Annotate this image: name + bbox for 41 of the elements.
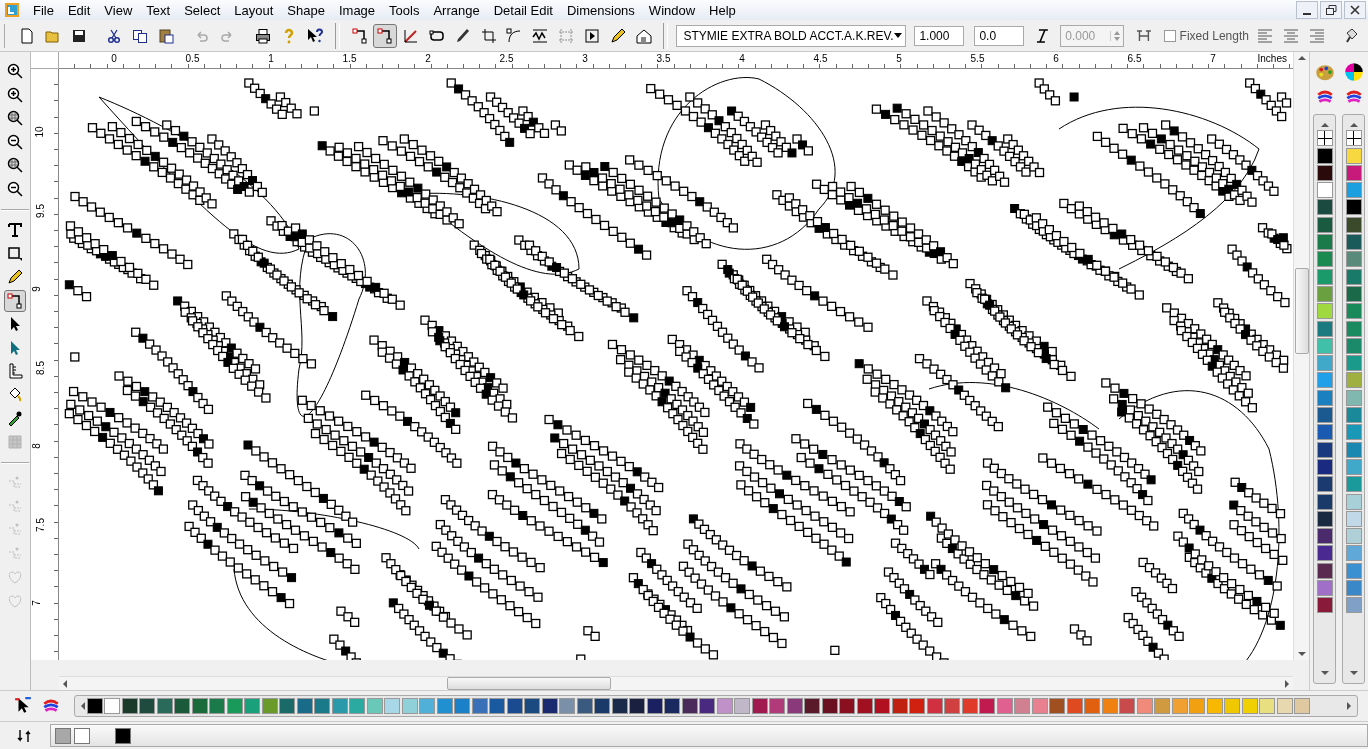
menu-item[interactable]: Tools [382,2,427,18]
menu-item[interactable]: Dimensions [559,2,642,18]
ruler-label: 8 [31,443,43,449]
menu-item[interactable]: Layout [227,2,281,18]
ruler-label: 0 [111,53,117,64]
menu-item[interactable]: Text [139,2,178,18]
ruler-label: 3 [582,53,588,64]
ruler-label: 9.5 [35,203,47,218]
ruler-label: 5 [896,53,902,64]
ruler-label: 7 [31,600,43,606]
ruler-unit: Inches [1257,53,1287,64]
ruler-label: 4 [739,53,745,64]
ruler-label: 2 [425,53,431,64]
menu-item[interactable]: Window [641,2,703,18]
ruler-label: 3.5 [656,53,671,64]
ruler-label: 10 [34,126,46,138]
menu-item[interactable]: Select [177,2,228,18]
ruler-label: 2.5 [499,53,514,64]
ruler-label: 4.5 [813,53,828,64]
ruler-label: 9 [31,286,43,292]
ruler-label: 0.5 [185,53,200,64]
menu-item[interactable]: Shape [280,2,332,18]
ruler-label: 7 [1210,53,1216,64]
menu-item[interactable]: Edit [60,2,98,18]
slant-field[interactable]: 0.0 [974,25,1025,46]
ruler-label: 1 [268,53,274,64]
ruler-label: 6.5 [1127,53,1142,64]
fixed-length-checkbox[interactable]: Fixed Length [1163,28,1249,43]
menu-item[interactable]: Help [702,2,743,18]
menu-item[interactable]: View [97,2,140,18]
font-dropdown[interactable]: STYMIE EXTRA BOLD ACCT.A.K.REV. [676,24,907,47]
menu-item[interactable]: File [26,2,61,18]
menu-item[interactable]: Arrange [426,2,487,18]
ruler-label: 1.5 [342,53,357,64]
ruler-label: 8.5 [35,360,47,375]
ruler-label: 6 [1053,53,1059,64]
ruler-label: 5.5 [970,53,985,64]
size-field[interactable]: 1.000 [914,25,965,46]
menu-item[interactable]: Image [331,2,383,18]
menu-item[interactable]: Detail Edit [486,2,560,18]
ruler-label: 7.5 [35,517,47,532]
